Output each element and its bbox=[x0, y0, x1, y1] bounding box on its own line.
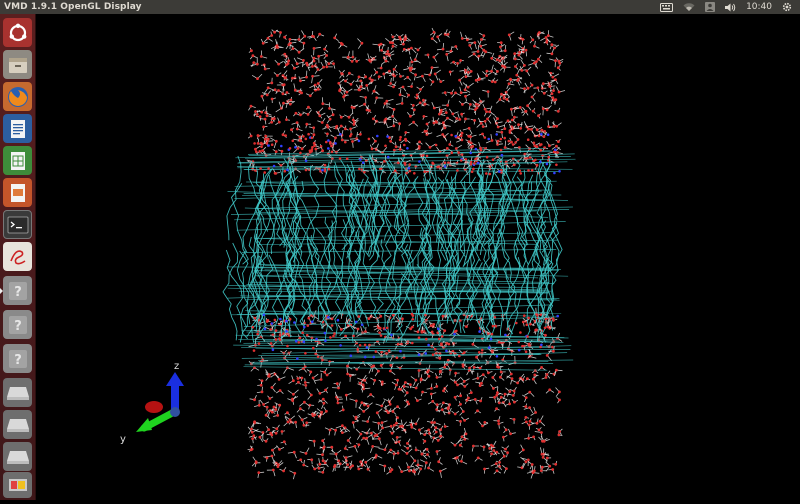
libreoffice-impress-icon bbox=[7, 182, 29, 204]
top-panel: VMD 1.9.1 OpenGL Display 10:40 bbox=[0, 0, 800, 14]
drive-button[interactable] bbox=[3, 378, 32, 407]
window-title: VMD 1.9.1 OpenGL Display bbox=[0, 2, 142, 12]
axes-origin bbox=[170, 407, 180, 417]
axes-indicator: z y bbox=[36, 14, 800, 500]
scanner-icon bbox=[6, 476, 30, 494]
terminal-icon bbox=[7, 216, 29, 234]
y-axis-arrowhead bbox=[136, 418, 152, 432]
network-icon[interactable] bbox=[683, 3, 695, 12]
firefox-icon bbox=[6, 85, 30, 109]
unknown-app-button[interactable]: ? bbox=[3, 276, 32, 305]
scanner-button[interactable] bbox=[3, 472, 32, 498]
libreoffice-calc-icon bbox=[7, 150, 29, 172]
libreoffice-impress-button[interactable] bbox=[3, 178, 32, 207]
unknown-app-icon: ? bbox=[7, 348, 29, 370]
drive-button[interactable] bbox=[3, 442, 32, 471]
opengl-display[interactable]: z y bbox=[36, 14, 800, 500]
drive-icon bbox=[6, 449, 30, 465]
clock[interactable]: 10:40 bbox=[746, 2, 772, 12]
z-axis-label: z bbox=[174, 361, 179, 372]
text-editor-button[interactable] bbox=[3, 242, 32, 271]
volume-icon[interactable] bbox=[725, 3, 736, 12]
libreoffice-calc-button[interactable] bbox=[3, 146, 32, 175]
unknown-app-button[interactable]: ? bbox=[3, 344, 32, 373]
unknown-app-icon: ? bbox=[7, 314, 29, 336]
terminal-button[interactable] bbox=[3, 210, 32, 239]
z-axis-arrowhead bbox=[166, 372, 184, 386]
ubuntu-dash-icon bbox=[7, 22, 29, 44]
gear-icon[interactable] bbox=[782, 2, 792, 12]
y-axis-label: y bbox=[120, 434, 126, 445]
libreoffice-writer-button[interactable] bbox=[3, 114, 32, 143]
x-axis-arrow bbox=[145, 401, 163, 413]
drive-icon bbox=[6, 385, 30, 401]
unknown-app-button[interactable]: ? bbox=[3, 310, 32, 339]
drive-icon bbox=[6, 417, 30, 433]
ubuntu-dash-button[interactable] bbox=[3, 18, 32, 47]
libreoffice-writer-icon bbox=[7, 118, 29, 140]
unknown-app-icon: ? bbox=[7, 280, 29, 302]
text-editor-icon bbox=[7, 246, 29, 268]
svg-text:?: ? bbox=[14, 353, 22, 368]
files-button[interactable] bbox=[3, 50, 32, 79]
svg-text:?: ? bbox=[14, 319, 22, 334]
panel-indicators: 10:40 bbox=[660, 2, 800, 12]
svg-text:?: ? bbox=[14, 285, 22, 300]
launcher: ? ? ? bbox=[0, 14, 36, 500]
drive-button[interactable] bbox=[3, 410, 32, 439]
files-icon bbox=[7, 54, 29, 76]
keyboard-icon[interactable] bbox=[660, 3, 673, 12]
user-icon[interactable] bbox=[705, 2, 715, 12]
firefox-button[interactable] bbox=[3, 82, 32, 111]
